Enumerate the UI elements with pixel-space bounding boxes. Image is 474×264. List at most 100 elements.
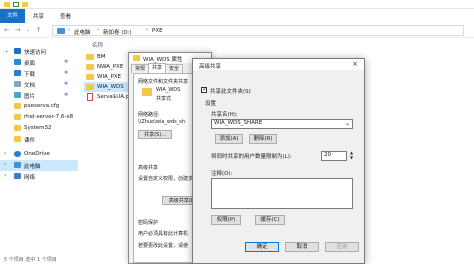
breadcrumb-separator-icon[interactable]: › — [68, 27, 70, 33]
document-icon — [14, 81, 21, 87]
download-icon — [14, 70, 21, 76]
title-bar — [0, 0, 474, 9]
sidebar-item-label: 网络 — [24, 175, 36, 181]
sidebar-item-system32[interactable]: System32 — [0, 123, 78, 134]
spin-down-icon[interactable]: ▼ — [349, 156, 354, 160]
sidebar-item-courseware[interactable]: 课件 — [0, 134, 78, 145]
chevron-down-icon[interactable]: ⌄ — [4, 47, 9, 54]
file-name: WIA_WDS — [97, 84, 124, 90]
recent-dropdown-icon[interactable]: ⌄ — [26, 27, 30, 33]
share-name-select[interactable]: WIA_WDS_SHARE ⌄ — [211, 119, 353, 129]
forward-arrow-icon[interactable]: → — [15, 26, 20, 34]
advanced-sharing-title-bar: 高级共享 × — [193, 59, 364, 70]
computer-icon — [14, 162, 21, 168]
caching-button[interactable]: 缓存(C) — [255, 215, 285, 225]
cloud-icon — [14, 151, 21, 157]
tab-sharing[interactable]: 共享 — [148, 63, 167, 73]
chevron-right-icon[interactable]: › — [4, 150, 6, 157]
folder-icon — [133, 55, 140, 61]
folder-icon — [14, 103, 21, 109]
desktop-icon — [14, 59, 21, 65]
password-protection-desc: 若要更改此设置，请使 — [138, 243, 189, 249]
folder-small-icon[interactable] — [22, 2, 28, 7]
computer-icon — [57, 28, 65, 34]
close-icon[interactable]: × — [352, 60, 358, 68]
up-arrow-icon[interactable]: ↑ — [36, 26, 41, 34]
file-name: WIA_PXE — [97, 74, 122, 80]
column-name-header[interactable]: 名称 — [92, 41, 103, 49]
sidebar-item-label: rhel-server-7.6-x8 — [24, 114, 74, 120]
pin-icon: ✱ — [64, 81, 69, 87]
advanced-sharing-description: 设置自定义权限，创建多 — [138, 176, 194, 182]
sidebar-item-pictures[interactable]: 图片 ✱ — [0, 90, 78, 101]
user-limit-value: 20 — [324, 152, 331, 158]
sidebar-item-documents[interactable]: 文档 ✱ — [0, 79, 78, 90]
pdf-file-icon — [87, 93, 93, 101]
sidebar-item-label: System32 — [24, 125, 52, 131]
sidebar-item-label: 课件 — [24, 138, 36, 144]
tab-security[interactable]: 安全 — [165, 64, 184, 73]
breadcrumb-pxe[interactable]: PXE — [152, 28, 163, 34]
sidebar-item-label: 快速访问 — [24, 50, 47, 56]
column-header: 名称 — [84, 39, 474, 49]
sidebar-item-desktop[interactable]: 桌面 ✱ — [0, 57, 78, 68]
share-folder-checkbox[interactable] — [201, 86, 207, 93]
user-limit-label: 将同时共享的用户数量限制为(L): — [211, 154, 292, 160]
sidebar-item-rhel[interactable]: rhel-server-7.6-x8 — [0, 112, 78, 123]
sidebar-item-label: 此电脑 — [24, 164, 41, 170]
settings-label: 设置 — [205, 101, 217, 107]
password-protection-desc: 用户必须具有此计算机 — [138, 231, 189, 237]
sidebar-item-quick-access[interactable]: ⌄ 快速访问 — [0, 46, 78, 57]
folder-icon — [86, 64, 94, 70]
user-limit-input[interactable]: 20 — [321, 151, 347, 161]
breadcrumb-separator-icon[interactable]: › — [146, 27, 148, 33]
share-name: WIA_WDS — [156, 87, 181, 93]
apply-button[interactable]: 应用 — [325, 242, 359, 252]
breadcrumb-this-pc[interactable]: 此电脑 — [74, 28, 91, 36]
network-icon — [14, 173, 21, 179]
sidebar-item-onedrive[interactable]: › OneDrive — [0, 149, 78, 160]
check-icon[interactable] — [13, 2, 19, 7]
chevron-right-icon[interactable]: › — [4, 161, 6, 168]
ok-button[interactable]: 确定 — [245, 242, 279, 252]
sidebar-item-this-pc[interactable]: › 此电脑 — [0, 160, 78, 171]
tab-file[interactable]: 文件 — [0, 9, 25, 23]
navigation-pane: ⌄ 快速访问 桌面 ✱ 下载 ✱ 文档 ✱ 图片 ✱ pxeserva.cfg — [0, 40, 78, 264]
dialog-title: 高级共享 — [199, 64, 222, 70]
breadcrumb-drive[interactable]: 新加卷 (D:) — [103, 28, 132, 36]
share-folder-label: 共享此文件夹(S) — [210, 89, 251, 95]
folder-icon — [86, 84, 94, 90]
share-button[interactable]: 共享(S)... — [138, 130, 172, 139]
breadcrumb-separator-icon[interactable]: › — [97, 27, 99, 33]
address-bar[interactable]: › 此电脑 › 新加卷 (D:) › PXE — [52, 25, 464, 36]
tab-general[interactable]: 常规 — [131, 64, 150, 73]
sidebar-item-label: pxeserva.cfg — [24, 103, 60, 109]
sidebar-item-pxeserva[interactable]: pxeserva.cfg — [0, 101, 78, 112]
file-name: NWA_PXE — [97, 64, 124, 70]
file-name: BM — [97, 54, 106, 60]
pin-icon: ✱ — [64, 92, 69, 98]
password-protection-heading: 密码保护 — [138, 220, 159, 226]
ribbon-tabs: 文件 共享 查看 — [0, 9, 474, 23]
sharing-heading: 网络文件和文件夹共享 — [138, 79, 189, 85]
advanced-sharing-heading: 高级共享 — [138, 165, 159, 171]
permissions-button[interactable]: 权限(P) — [211, 215, 241, 225]
add-button[interactable]: 添加(A) — [215, 134, 243, 144]
remove-button[interactable]: 删除(R) — [249, 134, 277, 144]
folder-icon — [14, 136, 21, 142]
properties-title: WIA_WDS 属性 — [143, 57, 183, 63]
chevron-down-icon[interactable]: ⌄ — [345, 120, 350, 127]
tab-share[interactable]: 共享 — [33, 12, 44, 20]
cancel-button[interactable]: 取消 — [285, 242, 319, 252]
sidebar-item-downloads[interactable]: 下载 ✱ — [0, 68, 78, 79]
pin-icon: ✱ — [64, 59, 69, 65]
comment-textarea[interactable] — [211, 178, 353, 209]
star-icon — [14, 48, 21, 54]
sidebar-item-label: 下载 — [24, 72, 36, 78]
chevron-right-icon[interactable]: › — [4, 172, 6, 179]
tab-view[interactable]: 查看 — [60, 12, 71, 20]
sidebar-item-network[interactable]: › 网络 — [0, 171, 78, 182]
advanced-sharing-dialog: 高级共享 × 共享此文件夹(S) 设置 共享名(H): WIA_WDS_SHAR… — [192, 58, 365, 264]
sidebar-item-label: 图片 — [24, 94, 36, 100]
back-arrow-icon[interactable]: ← — [4, 26, 9, 34]
